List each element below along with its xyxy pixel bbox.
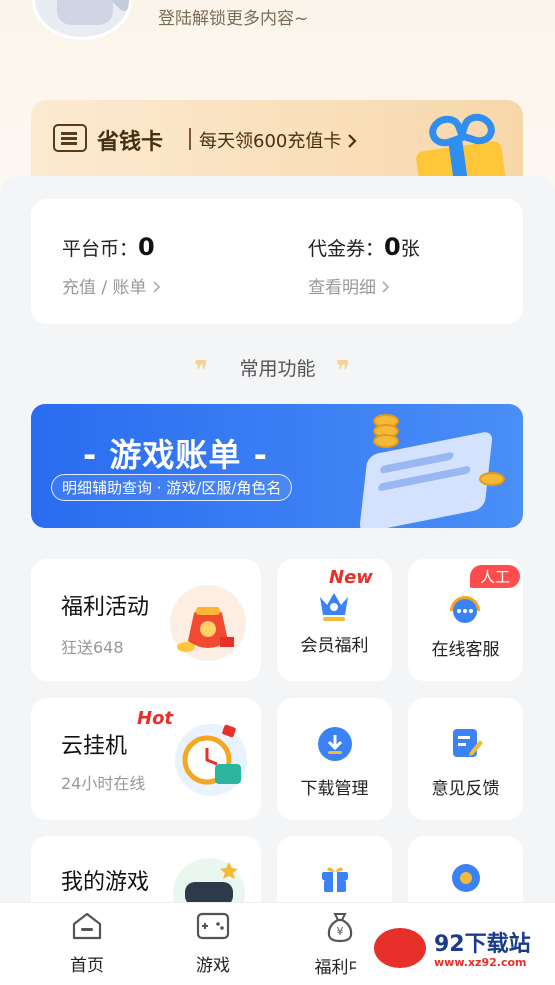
watermark-text: 92下载站 xyxy=(434,932,531,957)
recharge-bill-link[interactable]: 充值 / 账单 xyxy=(62,273,161,298)
feedback-card[interactable]: 意见反馈 xyxy=(408,698,523,820)
gamepad-icon xyxy=(196,912,230,940)
vouchers[interactable]: 代金券：0张 xyxy=(308,233,420,261)
money-bag-tab-icon: ¥ xyxy=(327,913,353,943)
welfare-activity-card[interactable]: 福利活动 狂送648 xyxy=(31,559,261,681)
chevron-right-icon xyxy=(382,281,390,293)
coin-icon xyxy=(373,434,399,448)
headset-icon xyxy=(450,596,480,623)
download-manager-card[interactable]: 下载管理 xyxy=(277,698,392,820)
crown-icon xyxy=(320,593,348,621)
edit-icon xyxy=(453,729,483,757)
welfare-title: 福利活动 xyxy=(61,595,150,620)
saver-divider xyxy=(189,128,191,150)
section-title: 常用功能 xyxy=(239,358,316,380)
new-tag: New xyxy=(329,567,373,588)
quote-right-icon: ❜❜ xyxy=(336,356,350,386)
vip-welfare-label: 会员福利 xyxy=(300,636,369,656)
saver-card-icon xyxy=(53,124,87,152)
watermark-logo-icon xyxy=(374,928,426,968)
wallet-card: 平台币：0 充值 / 账单 代金券：0张 查看明细 xyxy=(31,199,523,324)
banner-subtitle: 明细辅助查询 · 游戏/区服/角色名 xyxy=(51,474,293,501)
gear-icon xyxy=(452,864,480,892)
home-icon xyxy=(72,912,102,940)
download-manager-label: 下载管理 xyxy=(300,779,369,799)
tab-games[interactable]: 游戏 xyxy=(163,911,263,976)
avatar-face-icon xyxy=(57,0,113,25)
banner-title: - 游戏账单 - xyxy=(83,436,268,474)
tab-home[interactable]: 首页 xyxy=(37,911,137,976)
cloud-subtitle: 24小时在线 xyxy=(61,774,146,793)
clock-icon xyxy=(175,724,247,796)
download-icon xyxy=(318,727,352,761)
vip-welfare-card[interactable]: New 会员福利 xyxy=(277,559,392,681)
online-service-card[interactable]: 人工 在线客服 xyxy=(408,559,523,681)
cloud-hosting-card[interactable]: Hot 云挂机 24小时在线 xyxy=(31,698,261,820)
voucher-value: 0 xyxy=(384,233,401,261)
voucher-details-link[interactable]: 查看明细 xyxy=(308,273,390,298)
feedback-label: 意见反馈 xyxy=(431,779,500,799)
watermark-url: www.xz92.com xyxy=(434,956,527,969)
cloud-title: 云挂机 xyxy=(61,734,128,759)
coin-icon xyxy=(479,472,505,486)
gift-box-icon xyxy=(322,867,348,892)
welfare-subtitle: 狂送648 xyxy=(61,638,124,657)
platform-coins[interactable]: 平台币：0 xyxy=(62,233,155,261)
saver-title: 省钱卡 xyxy=(97,130,164,155)
login-hint[interactable]: 登陆解锁更多内容~ xyxy=(158,4,308,29)
site-watermark: 92下载站 www.xz92.com xyxy=(356,904,555,985)
tab-home-label: 首页 xyxy=(70,956,104,976)
online-service-label: 在线客服 xyxy=(431,640,500,660)
game-bill-banner[interactable]: - 游戏账单 - 明细辅助查询 · 游戏/区服/角色名 xyxy=(31,404,523,528)
money-bag-icon xyxy=(170,585,246,661)
my-games-title: 我的游戏 xyxy=(61,870,150,895)
tab-games-label: 游戏 xyxy=(196,956,230,976)
coins-value: 0 xyxy=(138,233,155,261)
chevron-right-icon xyxy=(348,134,357,148)
svg-text:¥: ¥ xyxy=(337,925,344,938)
human-tag: 人工 xyxy=(470,565,521,588)
saver-subtitle: 每天领600充值卡 xyxy=(199,127,357,153)
chevron-right-icon xyxy=(153,281,161,293)
hot-tag: Hot xyxy=(137,708,174,729)
